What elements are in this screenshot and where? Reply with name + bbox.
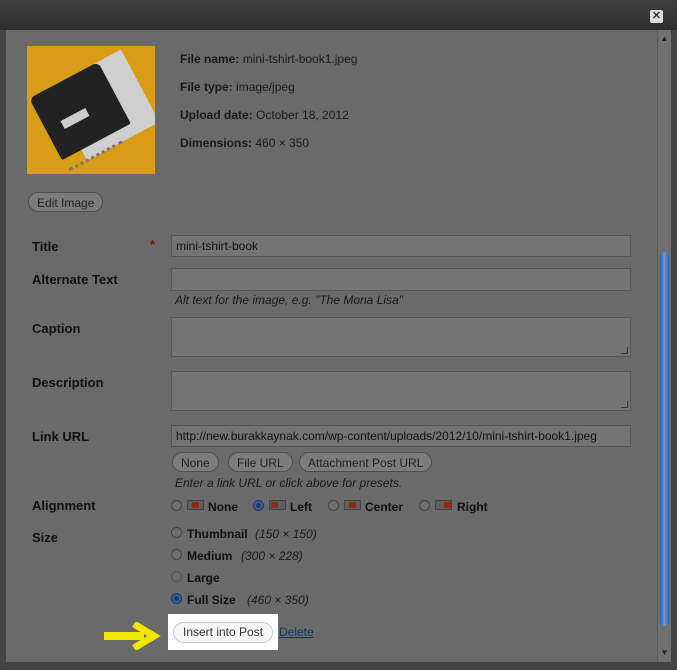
size-thumbnail-radio[interactable] bbox=[171, 527, 182, 538]
size-full-label: Full Size bbox=[187, 593, 236, 607]
delete-link[interactable]: Delete bbox=[279, 625, 314, 639]
size-medium-radio[interactable] bbox=[171, 549, 182, 560]
attachment-details: File name: mini-tshirt-book1.jpeg File t… bbox=[6, 30, 658, 662]
scroll-thumb[interactable] bbox=[660, 252, 669, 626]
dimensions-row: Dimensions: 460 × 350 bbox=[180, 136, 310, 150]
align-right-label: Right bbox=[457, 500, 488, 514]
file-name-value: mini-tshirt-book1.jpeg bbox=[242, 52, 358, 66]
edit-image-button[interactable]: Edit Image bbox=[28, 192, 104, 212]
file-type-value: image/jpeg bbox=[236, 80, 295, 94]
align-left-label: Left bbox=[290, 500, 312, 514]
link-url-hint: Enter a link URL or click above for pres… bbox=[175, 476, 403, 490]
alt-text-input[interactable] bbox=[171, 268, 631, 291]
caption-textarea[interactable] bbox=[171, 317, 631, 357]
caption-label: Caption bbox=[32, 321, 81, 336]
size-full-dims: (460 × 350) bbox=[247, 593, 309, 607]
scroll-down-icon[interactable]: ▼ bbox=[658, 646, 671, 660]
align-right-radio[interactable] bbox=[419, 500, 430, 511]
size-medium-dims: (300 × 228) bbox=[241, 549, 303, 563]
link-none-button[interactable]: None bbox=[172, 452, 219, 472]
file-type-row: File type: image/jpeg bbox=[180, 80, 295, 94]
link-url-label: Link URL bbox=[32, 429, 90, 444]
alt-text-hint: Alt text for the image, e.g. "The Mona L… bbox=[175, 293, 403, 307]
align-none-icon bbox=[187, 500, 204, 510]
file-name-row: File name: mini-tshirt-book1.jpeg bbox=[180, 52, 358, 66]
media-dialog: ✕ File name: mini-tshirt-book1.jpeg File… bbox=[0, 0, 677, 670]
align-left-radio[interactable] bbox=[253, 500, 264, 511]
align-none-radio[interactable] bbox=[171, 500, 182, 511]
alignment-label: Alignment bbox=[32, 498, 96, 513]
size-label: Size bbox=[32, 530, 59, 545]
scroll-up-icon[interactable]: ▲ bbox=[658, 32, 671, 46]
right-arrow-icon bbox=[104, 622, 161, 650]
link-attachment-url-button[interactable]: Attachment Post URL bbox=[299, 452, 433, 472]
required-mark: * bbox=[150, 237, 156, 252]
close-icon[interactable]: ✕ bbox=[650, 10, 663, 23]
size-thumbnail-dims: (150 × 150) bbox=[255, 527, 317, 541]
align-left-icon bbox=[269, 500, 286, 510]
align-center-radio[interactable] bbox=[328, 500, 339, 511]
align-none-label: None bbox=[208, 500, 238, 514]
size-large-label: Large bbox=[187, 571, 220, 585]
link-url-input[interactable]: http://new.burakkaynak.com/wp-content/up… bbox=[171, 425, 631, 447]
upload-date-row: Upload date: October 18, 2012 bbox=[180, 108, 349, 122]
scrollbar[interactable]: ▲ ▼ bbox=[657, 30, 671, 662]
size-thumbnail-label: Thumbnail bbox=[187, 527, 248, 541]
size-medium-label: Medium bbox=[187, 549, 233, 563]
align-center-label: Center bbox=[365, 500, 404, 514]
insert-into-post-button[interactable]: Insert into Post bbox=[173, 622, 274, 643]
dialog-titlebar: ✕ bbox=[0, 0, 677, 30]
dimensions-value: 460 × 350 bbox=[255, 136, 310, 150]
title-label: Title bbox=[32, 239, 59, 254]
align-center-icon bbox=[344, 500, 361, 510]
upload-date-value: October 18, 2012 bbox=[256, 108, 349, 122]
size-large-radio[interactable] bbox=[171, 571, 182, 582]
image-thumbnail bbox=[27, 46, 155, 174]
description-label: Description bbox=[32, 375, 104, 390]
title-input[interactable]: mini-tshirt-book bbox=[171, 235, 631, 257]
size-full-radio[interactable] bbox=[171, 593, 182, 604]
alt-text-label: Alternate Text bbox=[32, 272, 118, 287]
link-file-url-button[interactable]: File URL bbox=[228, 452, 293, 472]
align-right-icon bbox=[435, 500, 452, 510]
description-textarea[interactable] bbox=[171, 371, 631, 411]
insert-highlight: Insert into Post bbox=[168, 614, 278, 650]
